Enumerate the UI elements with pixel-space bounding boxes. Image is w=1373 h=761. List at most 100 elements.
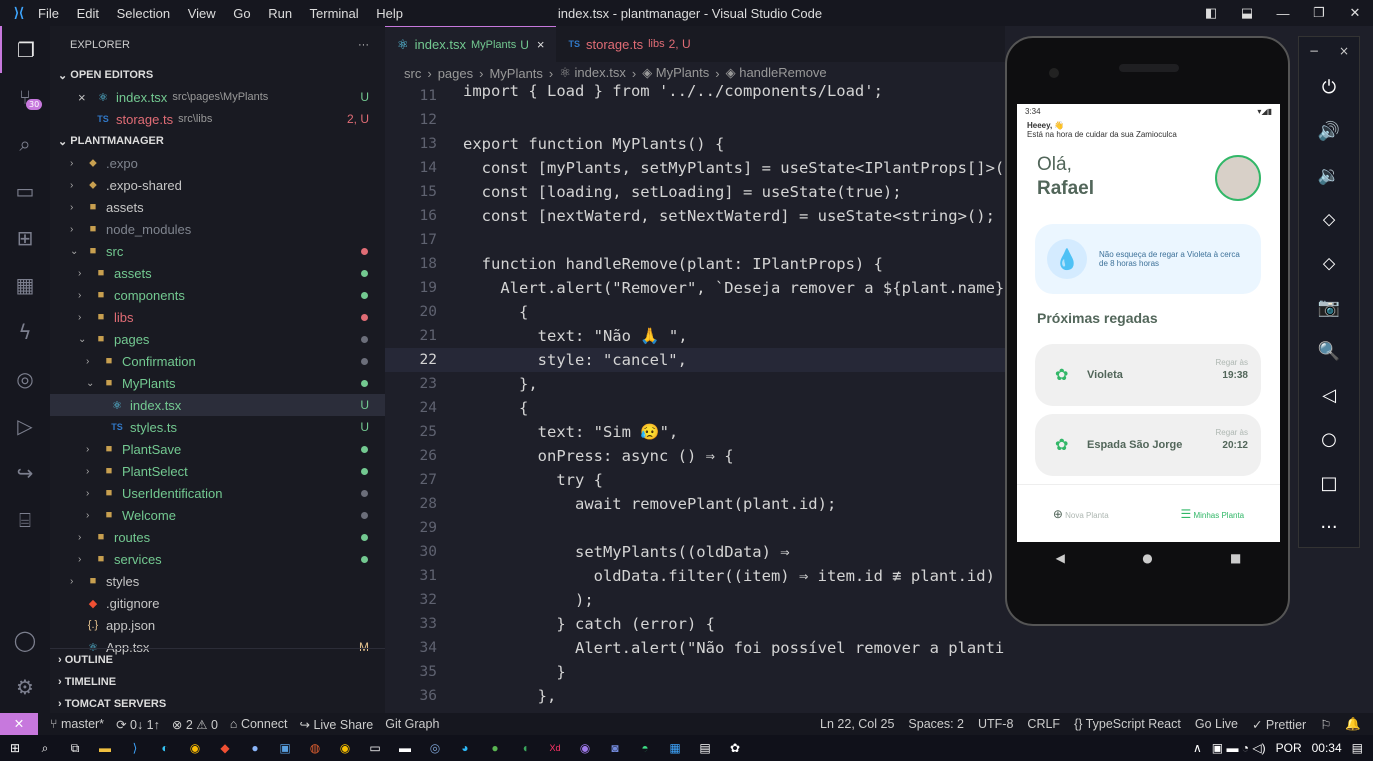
home-icon[interactable]: ○ (1299, 417, 1359, 461)
language-mode[interactable]: {} TypeScript React (1074, 717, 1181, 732)
menu-edit[interactable]: Edit (77, 6, 99, 21)
tree-item[interactable]: TS styles.ts U (50, 416, 385, 438)
tree-item[interactable]: › ■ services (50, 548, 385, 570)
app-icon[interactable]: ◎ (420, 735, 450, 761)
code-line[interactable]: 30 setMyPlants((oldData) ⇒ (385, 540, 1005, 564)
code-line[interactable]: 35 } (385, 660, 1005, 684)
task-view-icon[interactable]: ⧉ (60, 735, 90, 761)
tray-chevron-icon[interactable]: ∧ (1193, 741, 1202, 755)
layout-icon[interactable]: ◧ (1193, 5, 1229, 21)
tree-item[interactable]: ◆ .gitignore (50, 592, 385, 614)
tree-item[interactable]: ⌄ ■ MyPlants (50, 372, 385, 394)
plant-card[interactable]: ✿ Violeta Regar às 19:38 (1035, 344, 1261, 406)
back-icon[interactable]: ◀ (1056, 551, 1065, 565)
prettier-button[interactable]: ✓ Prettier (1252, 717, 1306, 732)
terminal-icon[interactable]: ▭ (360, 735, 390, 761)
app-icon[interactable]: ◕ (450, 735, 480, 761)
tray-icons[interactable]: ▣ ▬ ◔ ◁) (1212, 741, 1266, 755)
code-line[interactable]: 21 text: "Não 🙏 ", (385, 324, 1005, 348)
breadcrumb-item[interactable]: MyPlants (489, 66, 542, 81)
code-line[interactable]: 34 Alert.alert("Não foi possível remover… (385, 636, 1005, 660)
code-line[interactable]: 31 oldData.filter((item) ⇒ item.id ≢ pla… (385, 564, 1005, 588)
database-icon[interactable]: ⌸ (0, 496, 50, 543)
tree-item[interactable]: › ⬥ .expo (50, 152, 385, 174)
volume-up-icon[interactable]: 🔊 (1299, 109, 1359, 153)
source-control-icon[interactable]: ⑂ 30 (0, 73, 50, 120)
home-icon[interactable]: ● (1142, 551, 1152, 565)
tab-index-tsx[interactable]: ⚛ index.tsx MyPlants U × (385, 26, 557, 62)
tree-item[interactable]: ⚛ index.tsx U (50, 394, 385, 416)
app-icon[interactable]: ● (480, 735, 510, 761)
tree-item[interactable]: › ■ components (50, 284, 385, 306)
app-icon[interactable]: ◍ (300, 735, 330, 761)
app-icon[interactable]: ● (240, 735, 270, 761)
menu-run[interactable]: Run (268, 6, 292, 21)
git-icon[interactable]: ◆ (210, 735, 240, 761)
code-line[interactable]: 13 export function MyPlants() { (385, 132, 1005, 156)
tab-storage-ts[interactable]: TS storage.ts libs 2, U (556, 26, 702, 62)
rotate-left-icon[interactable]: ⬦ (1299, 197, 1359, 241)
breadcrumb-item[interactable]: src (404, 66, 421, 81)
app-icon[interactable]: ▬ (390, 735, 420, 761)
tree-item[interactable]: {.} app.json (50, 614, 385, 636)
encoding[interactable]: UTF-8 (978, 717, 1013, 732)
explorer-icon[interactable]: ❐ (0, 26, 50, 73)
app-icon[interactable]: ◉ (330, 735, 360, 761)
windows-start-icon[interactable]: ⊞ (0, 735, 30, 761)
code-line[interactable]: 25 text: "Sim 😥", (385, 420, 1005, 444)
recents-icon[interactable]: ■ (1230, 551, 1241, 565)
app-icon[interactable]: Xd (540, 735, 570, 761)
tree-item[interactable]: › ■ UserIdentification (50, 482, 385, 504)
menu-selection[interactable]: Selection (117, 6, 170, 21)
project-section[interactable]: ⌄ PLANTMANAGER (50, 130, 385, 152)
code-line[interactable]: 33 } catch (error) { (385, 612, 1005, 636)
indentation[interactable]: Spaces: 2 (908, 717, 964, 732)
vscode-icon[interactable]: ⟩ (120, 735, 150, 761)
tree-item[interactable]: › ■ Welcome (50, 504, 385, 526)
tab-minhas-plantas[interactable]: ☰ Minhas Planta (1180, 507, 1244, 521)
tomcat-section[interactable]: › TOMCAT SERVERS (50, 693, 385, 715)
overview-icon[interactable]: □ (1299, 461, 1359, 505)
cursor-position[interactable]: Ln 22, Col 25 (820, 717, 894, 732)
tree-item[interactable]: › ⬥ .expo-shared (50, 174, 385, 196)
outline-section[interactable]: › OUTLINE (50, 649, 385, 671)
rotate-right-icon[interactable]: ⬦ (1299, 241, 1359, 285)
close-button[interactable]: ✕ (1337, 5, 1373, 21)
code-line[interactable]: 14 const [myPlants, setMyPlants] = useSt… (385, 156, 1005, 180)
git-graph-icon[interactable]: ◎ (0, 355, 50, 402)
notifications-icon[interactable]: 🔔 (1345, 717, 1361, 732)
tree-item[interactable]: ⌄ ■ pages (50, 328, 385, 350)
tree-item[interactable]: › ■ assets (50, 262, 385, 284)
live-share-icon[interactable]: ↪ (0, 449, 50, 496)
code-line[interactable]: 15 const [loading, setLoading] = useStat… (385, 180, 1005, 204)
problems-status[interactable]: ⊗ 2 ⚠ 0 (172, 717, 218, 732)
app-icon[interactable]: ◖ (510, 735, 540, 761)
plant-card[interactable]: ✿ Espada São Jorge Regar às 20:12 (1035, 414, 1261, 476)
line-endings[interactable]: CRLF (1027, 717, 1060, 732)
tree-item[interactable]: › ■ node_modules (50, 218, 385, 240)
menu-terminal[interactable]: Terminal (310, 6, 359, 21)
account-icon[interactable]: ◯ (0, 616, 50, 663)
power-icon[interactable]: ⏻ (1299, 65, 1359, 109)
open-editor-item[interactable]: TS storage.ts src\libs 2, U (50, 108, 385, 130)
more-icon[interactable]: ··· (1299, 505, 1359, 549)
git-graph-button[interactable]: Git Graph (385, 717, 439, 731)
code-line[interactable]: 17 (385, 228, 1005, 252)
tree-item[interactable]: › ■ styles (50, 570, 385, 592)
menu-help[interactable]: Help (376, 6, 403, 21)
timeline-section[interactable]: › TIMELINE (50, 671, 385, 693)
panel-icon[interactable]: ⬓ (1229, 5, 1265, 21)
minimize-button[interactable]: — (1265, 6, 1301, 21)
menu-file[interactable]: File (38, 6, 59, 21)
search-icon[interactable]: ⌕ (30, 735, 60, 761)
remote-explorer-icon[interactable]: ▭ (0, 167, 50, 214)
menu-view[interactable]: View (188, 6, 216, 21)
code-line[interactable]: 24 { (385, 396, 1005, 420)
search-icon[interactable]: ⌕ (0, 120, 50, 167)
code-line[interactable]: 11 import { Load } from '../../components… (385, 84, 1005, 108)
tree-item[interactable]: ⌄ ■ src (50, 240, 385, 262)
live-share-button[interactable]: ↪ Live Share (300, 717, 374, 732)
volume-down-icon[interactable]: 🔉 (1299, 153, 1359, 197)
discord-icon[interactable]: ◙ (600, 735, 630, 761)
tree-item[interactable]: › ■ routes (50, 526, 385, 548)
